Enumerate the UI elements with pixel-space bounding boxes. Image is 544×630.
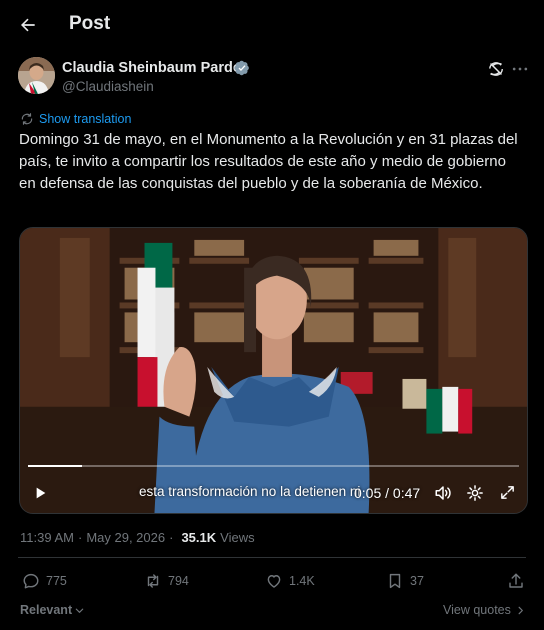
share-icon <box>509 573 523 588</box>
show-translation-label: Show translation <box>39 112 132 126</box>
author-row: Claudia Sheinbaum Pardo @Claudiashein <box>18 57 532 97</box>
fullscreen-icon[interactable] <box>499 484 516 501</box>
show-translation-button[interactable]: Show translation <box>20 111 131 127</box>
heart-icon <box>267 575 281 588</box>
reply-count: 775 <box>46 574 67 588</box>
meta-separator: · <box>77 530 83 545</box>
avatar[interactable] <box>18 57 55 94</box>
like-button[interactable]: 1.4K <box>265 572 315 590</box>
post-time[interactable]: 11:39 AM <box>20 530 74 545</box>
settings-gear-icon[interactable] <box>466 484 484 502</box>
post-meta: 11:39 AM · May 29, 2026 · 35.1K Views <box>20 530 255 545</box>
video-frame <box>20 228 527 513</box>
view-quotes-label: View quotes <box>443 603 511 617</box>
back-button[interactable] <box>14 11 42 39</box>
views-count: 35.1K <box>181 530 217 545</box>
video-progress-bar[interactable] <box>28 465 519 467</box>
reply-icon <box>23 573 39 589</box>
video-caption: esta transformación no la detienen ni <box>139 484 361 499</box>
play-icon[interactable] <box>32 485 48 501</box>
video-player[interactable]: esta transformación no la detienen ni 0:… <box>19 227 528 514</box>
more-icon[interactable] <box>510 59 530 79</box>
arrow-left-icon <box>21 18 35 32</box>
meta-separator-2: · <box>169 530 174 545</box>
author-handle[interactable]: @Claudiashein <box>62 79 154 94</box>
view-quotes-link[interactable]: View quotes <box>443 603 526 617</box>
chevron-down-icon <box>75 608 84 613</box>
bookmark-button[interactable]: 37 <box>386 572 424 590</box>
video-progress-fill <box>28 465 82 467</box>
divider <box>18 557 526 558</box>
post-header: Post <box>0 0 544 50</box>
repost-icon <box>147 574 159 588</box>
grok-icon[interactable] <box>486 59 506 79</box>
bookmark-count: 37 <box>410 574 424 588</box>
verified-badge-icon <box>234 60 249 76</box>
author-name[interactable]: Claudia Sheinbaum Pardo <box>62 60 242 76</box>
chevron-right-icon <box>518 606 523 614</box>
page-title: Post <box>69 13 111 34</box>
views-label: Views <box>220 530 255 545</box>
like-count: 1.4K <box>289 574 315 588</box>
repost-count: 794 <box>168 574 189 588</box>
action-bar: 775 794 1.4K 37 <box>0 572 544 594</box>
post-text: Domingo 31 de mayo, en el Monumento a la… <box>19 131 518 192</box>
post-date[interactable]: May 29, 2026 <box>86 530 165 545</box>
video-time: 0:05 / 0:47 <box>354 485 421 501</box>
share-button[interactable] <box>507 572 525 590</box>
translate-icon <box>21 113 33 125</box>
bookmark-icon <box>389 573 401 589</box>
sort-label: Relevant <box>20 603 73 617</box>
sort-replies-button[interactable]: Relevant <box>20 603 85 617</box>
reply-button[interactable]: 775 <box>22 572 67 590</box>
repost-button[interactable]: 794 <box>144 572 189 590</box>
volume-icon[interactable] <box>433 484 453 502</box>
